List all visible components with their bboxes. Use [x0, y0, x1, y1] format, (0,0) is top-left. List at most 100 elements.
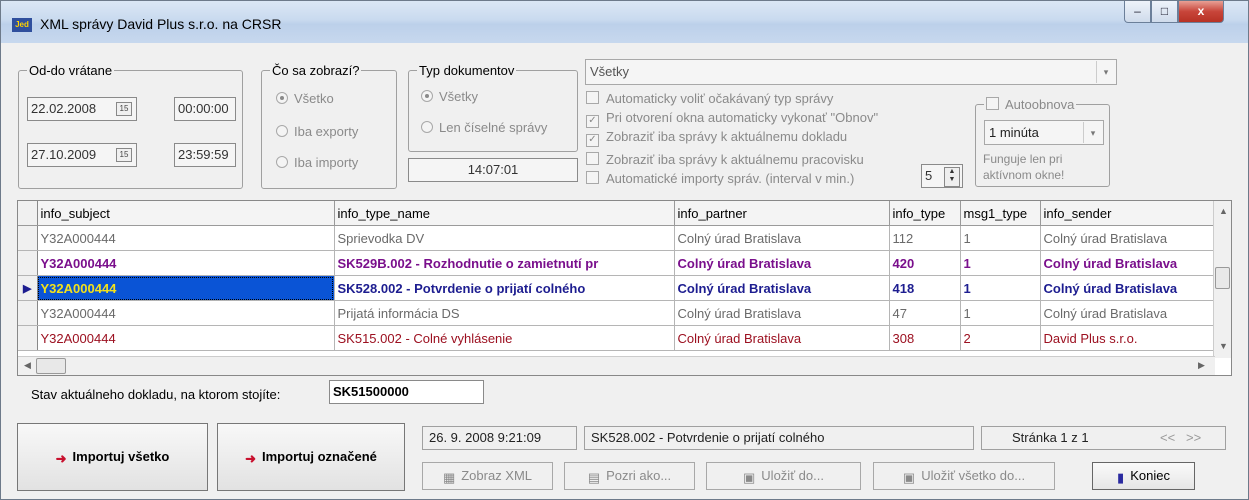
table-row[interactable]: Y32A000444 Prijatá informácia DS Colný ú… [18, 300, 1216, 326]
scroll-up-icon[interactable]: ▲ [1219, 206, 1228, 216]
cell-msg1-type[interactable]: 1 [960, 250, 1041, 276]
cell-partner[interactable]: Colný úrad Bratislava [674, 275, 890, 301]
radio-all[interactable]: Všetko [276, 91, 334, 106]
doc-type-caption: Typ dokumentov [417, 63, 517, 78]
horizontal-scroll-thumb[interactable] [36, 358, 66, 374]
window-title: XML správy David Plus s.r.o. na CRSR [40, 16, 282, 32]
cell-type-name[interactable]: SK528.002 - Potvrdenie o prijatí colného [334, 275, 675, 301]
cell-sender[interactable]: Colný úrad Bratislava [1040, 250, 1216, 276]
row-indicator-header [18, 201, 38, 226]
to-calendar-icon[interactable]: 15 [116, 148, 132, 162]
cell-subject[interactable]: Y32A000444 [37, 250, 335, 276]
check-current-workplace[interactable]: Zobraziť iba správy k aktuálnemu pracovi… [586, 152, 864, 167]
col-info-type[interactable]: info_type [889, 201, 961, 226]
col-info-subject[interactable]: info_subject [37, 201, 335, 226]
autorefresh-caption-wrap[interactable]: Autoobnova [984, 97, 1077, 112]
minimize-button[interactable]: – [1124, 1, 1151, 23]
horizontal-scrollbar[interactable]: ◀ ▶ [18, 356, 1215, 375]
close-button[interactable]: ▮ Koniec [1092, 462, 1195, 490]
cell-sender[interactable]: Colný úrad Bratislava [1040, 275, 1216, 301]
radio-imports[interactable]: Iba importy [276, 155, 358, 170]
view-as-button[interactable]: ▤ Pozri ako... [564, 462, 695, 490]
check-auto-refresh-open[interactable]: ✓ Pri otvorení okna automaticky vykonať "… [586, 110, 878, 128]
messages-grid[interactable]: info_subject info_type_name info_partner… [17, 200, 1232, 376]
cell-msg1-type[interactable]: 1 [960, 300, 1041, 326]
interval-spinner[interactable]: 5 ▲ ▼ [921, 164, 963, 188]
row-indicator[interactable] [18, 325, 38, 351]
check-auto-imports[interactable]: Automatické importy správ. (interval v m… [586, 171, 854, 186]
radio-all-docs-label: Všetky [439, 89, 479, 104]
cell-sender[interactable]: Colný úrad Bratislava [1040, 300, 1216, 326]
radio-all-docs[interactable]: Všetky [421, 89, 478, 104]
cell-info-type[interactable]: 420 [889, 250, 961, 276]
col-msg1-type[interactable]: msg1_type [960, 201, 1041, 226]
page-nav[interactable]: << >> [1160, 427, 1201, 449]
row-indicator[interactable] [18, 300, 38, 326]
import-selected-button[interactable]: ➜ Importuj označené [217, 423, 405, 491]
from-date-value: 22.02.2008 [31, 101, 97, 116]
radio-exports[interactable]: Iba exporty [276, 124, 358, 139]
col-info-sender[interactable]: info_sender [1040, 201, 1216, 226]
cell-partner[interactable]: Colný úrad Bratislava [674, 325, 890, 351]
from-date-field[interactable]: 22.02.2008 15 [27, 97, 137, 121]
import-all-button[interactable]: ➜ Importuj všetko [17, 423, 208, 491]
cell-msg1-type[interactable]: 2 [960, 325, 1041, 351]
col-info-partner[interactable]: info_partner [674, 201, 890, 226]
col-info-type-name[interactable]: info_type_name [334, 201, 675, 226]
scroll-down-icon[interactable]: ▼ [1219, 341, 1228, 351]
cell-subject[interactable]: Y32A000444 [37, 300, 335, 326]
scroll-left-icon[interactable]: ◀ [24, 360, 31, 371]
cell-subject[interactable]: Y32A000444 [37, 275, 335, 301]
maximize-button[interactable]: □ [1151, 1, 1178, 23]
cell-partner[interactable]: Colný úrad Bratislava [674, 225, 890, 251]
page-panel: Stránka 1 z 1 << >> [981, 426, 1226, 450]
radio-all-docs-icon [421, 90, 433, 102]
vertical-scroll-thumb[interactable] [1215, 267, 1230, 289]
cell-info-type[interactable]: 308 [889, 325, 961, 351]
chevron-down-icon[interactable]: ▾ [1096, 61, 1115, 83]
cell-info-type[interactable]: 112 [889, 225, 961, 251]
spinner-icon[interactable]: ▲ ▼ [944, 167, 960, 187]
vertical-scrollbar[interactable]: ▲ ▼ [1213, 201, 1231, 358]
table-row[interactable]: Y32A000444 Sprievodka DV Colný úrad Brat… [18, 225, 1216, 251]
cell-partner[interactable]: Colný úrad Bratislava [674, 250, 890, 276]
checkbox-checked-icon: ✓ [586, 134, 599, 147]
show-xml-button[interactable]: ▦ Zobraz XML [422, 462, 553, 490]
from-time-field[interactable]: 00:00:00 [174, 97, 236, 121]
check-current-workplace-label: Zobraziť iba správy k aktuálnemu pracovi… [606, 152, 864, 167]
table-row-selected[interactable]: ▶ Y32A000444 SK528.002 - Potvrdenie o pr… [18, 275, 1216, 301]
scroll-right-icon[interactable]: ▶ [1198, 360, 1205, 371]
to-date-field[interactable]: 27.10.2009 15 [27, 143, 137, 167]
cell-type-name[interactable]: SK529B.002 - Rozhodnutie o zamietnutí pr [334, 250, 675, 276]
close-window-button[interactable]: x [1178, 1, 1224, 23]
cell-info-type[interactable]: 418 [889, 275, 961, 301]
chevron-down-icon[interactable]: ▾ [1083, 122, 1102, 143]
from-calendar-icon[interactable]: 15 [116, 102, 132, 116]
table-row[interactable]: Y32A000444 SK515.002 - Colné vyhlásenie … [18, 325, 1216, 351]
cell-type-name[interactable]: Prijatá informácia DS [334, 300, 675, 326]
radio-imports-icon [276, 156, 288, 168]
cell-subject[interactable]: Y32A000444 [37, 225, 335, 251]
cell-sender[interactable]: David Plus s.r.o. [1040, 325, 1216, 351]
cell-msg1-type[interactable]: 1 [960, 275, 1041, 301]
autorefresh-interval-combo[interactable]: 1 minúta ▾ [984, 120, 1104, 145]
check-current-doc-label: Zobraziť iba správy k aktuálnemu dokladu [606, 129, 848, 144]
radio-numeric-docs[interactable]: Len číselné správy [421, 120, 547, 135]
cell-msg1-type[interactable]: 1 [960, 225, 1041, 251]
to-time-field[interactable]: 23:59:59 [174, 143, 236, 167]
table-row[interactable]: Y32A000444 SK529B.002 - Rozhodnutie o za… [18, 250, 1216, 276]
save-all-button[interactable]: ▣ Uložiť všetko do... [873, 462, 1055, 490]
cell-type-name[interactable]: SK515.002 - Colné vyhlásenie [334, 325, 675, 351]
check-auto-type[interactable]: Automaticky voliť očakávaný typ správy [586, 91, 833, 106]
cell-sender[interactable]: Colný úrad Bratislava [1040, 225, 1216, 251]
cell-subject[interactable]: Y32A000444 [37, 325, 335, 351]
row-indicator[interactable] [18, 225, 38, 251]
radio-imports-label: Iba importy [294, 155, 359, 170]
message-type-combo[interactable]: Všetky ▾ [585, 59, 1117, 85]
check-current-doc[interactable]: ✓ Zobraziť iba správy k aktuálnemu doklad… [586, 129, 847, 147]
save-to-button[interactable]: ▣ Uložiť do... [706, 462, 861, 490]
row-indicator[interactable] [18, 250, 38, 276]
cell-type-name[interactable]: Sprievodka DV [334, 225, 675, 251]
cell-info-type[interactable]: 47 [889, 300, 961, 326]
cell-partner[interactable]: Colný úrad Bratislava [674, 300, 890, 326]
